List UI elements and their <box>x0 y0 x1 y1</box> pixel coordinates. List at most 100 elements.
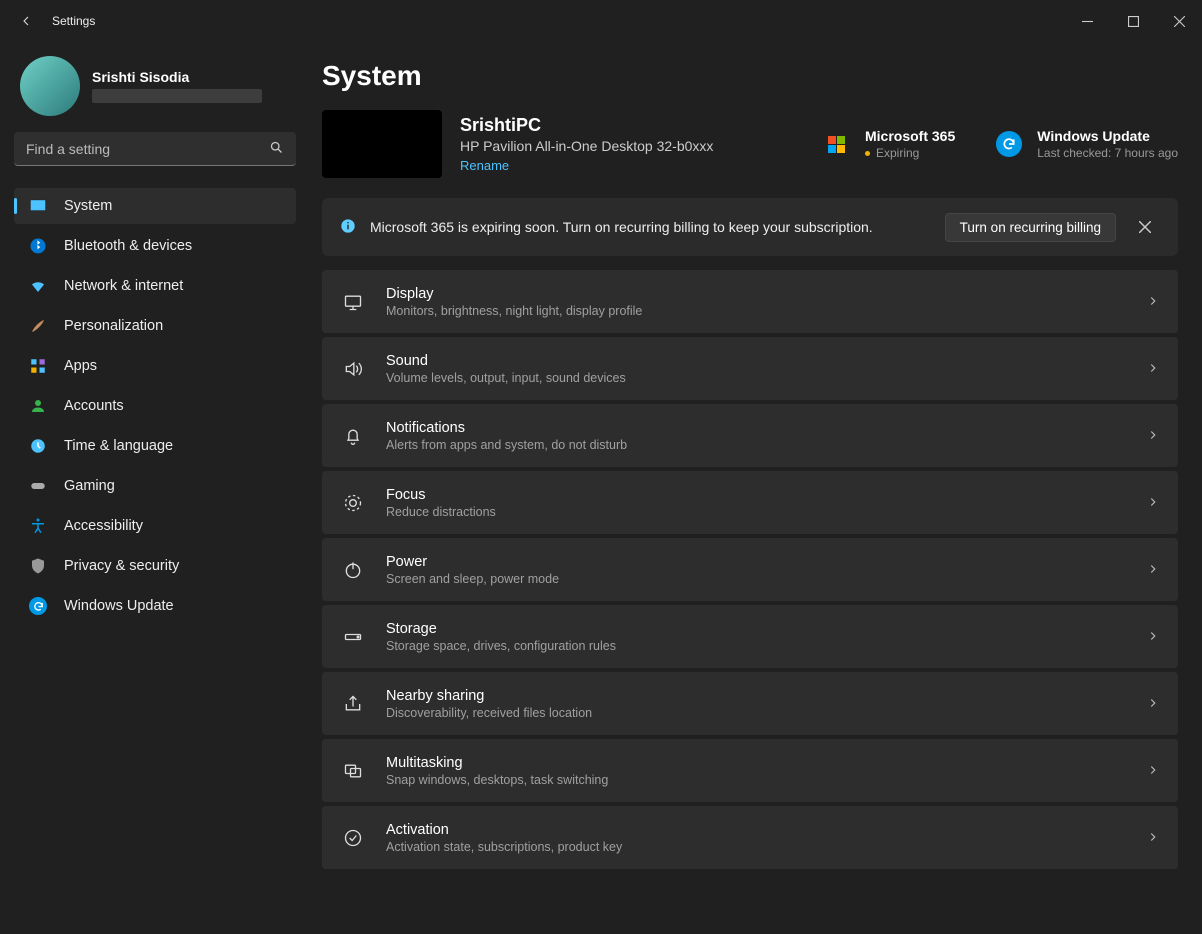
sidebar-item-network[interactable]: Network & internet <box>14 268 296 304</box>
chevron-right-icon <box>1146 294 1160 311</box>
sidebar-item-label: Privacy & security <box>64 558 179 574</box>
chevron-right-icon <box>1146 696 1160 713</box>
status-windows-update[interactable]: Windows Update Last checked: 7 hours ago <box>993 128 1178 160</box>
clock-icon <box>28 436 48 456</box>
bell-icon <box>340 426 366 446</box>
chevron-right-icon <box>1146 763 1160 780</box>
page-title: System <box>322 60 1178 92</box>
card-display[interactable]: DisplayMonitors, brightness, night light… <box>322 270 1178 333</box>
chevron-right-icon <box>1146 495 1160 512</box>
sidebar-item-privacy[interactable]: Privacy & security <box>14 548 296 584</box>
sidebar-item-label: Personalization <box>64 318 163 334</box>
sidebar-item-label: Gaming <box>64 478 115 494</box>
banner-action-button[interactable]: Turn on recurring billing <box>945 213 1116 242</box>
sidebar-item-system[interactable]: System <box>14 188 296 224</box>
sidebar-item-personalization[interactable]: Personalization <box>14 308 296 344</box>
sidebar-item-label: Bluetooth & devices <box>64 238 192 254</box>
wifi-icon <box>28 276 48 296</box>
sidebar: Srishti Sisodia System Bluetooth & de <box>0 42 310 934</box>
card-storage[interactable]: Storage Storage space, drives, configurat… <box>322 605 1178 668</box>
sound-icon <box>340 359 366 379</box>
sidebar-item-label: Accounts <box>64 398 124 414</box>
search-box[interactable] <box>14 132 296 166</box>
main-content: System SrishtiPC HP Pavilion All-in-One … <box>310 42 1202 934</box>
chevron-right-icon <box>1146 629 1160 646</box>
sidebar-item-label: System <box>64 198 112 214</box>
card-power[interactable]: Power Screen and sleep, power mode <box>322 538 1178 601</box>
storage-icon <box>340 627 366 647</box>
sidebar-item-update[interactable]: Windows Update <box>14 588 296 624</box>
card-activation[interactable]: ActivationActivation state, subscription… <box>322 806 1178 869</box>
card-multitasking[interactable]: MultitaskingSnap windows, desktops, task… <box>322 739 1178 802</box>
status-sub: Expiring <box>876 146 919 160</box>
sidebar-item-accessibility[interactable]: Accessibility <box>14 508 296 544</box>
sidebar-item-label: Time & language <box>64 438 173 454</box>
sidebar-item-label: Apps <box>64 358 97 374</box>
card-title: Power <box>386 554 559 570</box>
title-bar: Settings <box>0 0 1202 42</box>
avatar <box>20 56 80 116</box>
gamepad-icon <box>28 476 48 496</box>
nav: System Bluetooth & devices Network & int… <box>14 188 296 624</box>
check-icon <box>340 828 366 848</box>
card-sub: Activation state, subscriptions, product… <box>386 840 622 854</box>
window-title: Settings <box>52 14 95 28</box>
power-icon <box>340 560 366 580</box>
card-sub: Alerts from apps and system, do not dist… <box>386 438 627 452</box>
sidebar-item-gaming[interactable]: Gaming <box>14 468 296 504</box>
card-title: Nearby sharing <box>386 688 592 704</box>
rename-link[interactable]: Rename <box>460 158 713 173</box>
apps-icon <box>28 356 48 376</box>
sidebar-item-accounts[interactable]: Accounts <box>14 388 296 424</box>
card-sub: Snap windows, desktops, task switching <box>386 773 608 787</box>
shield-icon <box>28 556 48 576</box>
card-title: Storage <box>386 621 616 637</box>
card-sub: Reduce distractions <box>386 505 496 519</box>
status-m365[interactable]: Microsoft 365 Expiring <box>821 128 955 160</box>
sidebar-item-apps[interactable]: Apps <box>14 348 296 384</box>
bluetooth-icon <box>28 236 48 256</box>
display-icon <box>340 292 366 312</box>
status-title: Microsoft 365 <box>865 128 955 144</box>
microsoft-365-icon <box>821 128 853 160</box>
device-row: SrishtiPC HP Pavilion All-in-One Desktop… <box>322 110 1178 178</box>
device-thumbnail <box>322 110 442 178</box>
info-icon <box>340 218 356 237</box>
maximize-button[interactable] <box>1110 5 1156 37</box>
card-nearby-sharing[interactable]: Nearby sharingDiscoverability, received … <box>322 672 1178 735</box>
focus-icon <box>340 493 366 513</box>
user-block[interactable]: Srishti Sisodia <box>14 56 296 116</box>
card-sub: Screen and sleep, power mode <box>386 572 559 586</box>
card-sub: Volume levels, output, input, sound devi… <box>386 371 626 385</box>
sidebar-item-label: Accessibility <box>64 518 143 534</box>
accessibility-icon <box>28 516 48 536</box>
windows-update-icon <box>993 128 1025 160</box>
card-title: Sound <box>386 353 626 369</box>
search-icon <box>269 140 284 158</box>
banner-text: Microsoft 365 is expiring soon. Turn on … <box>370 219 931 235</box>
close-button[interactable] <box>1156 5 1202 37</box>
device-model: HP Pavilion All-in-One Desktop 32-b0xxx <box>460 138 713 154</box>
update-icon <box>28 596 48 616</box>
chevron-right-icon <box>1146 361 1160 378</box>
brush-icon <box>28 316 48 336</box>
card-title: Focus <box>386 487 496 503</box>
back-button[interactable] <box>18 13 34 29</box>
sidebar-item-bluetooth[interactable]: Bluetooth & devices <box>14 228 296 264</box>
multitasking-icon <box>340 761 366 781</box>
card-sub: Storage space, drives, configuration rul… <box>386 639 616 653</box>
info-banner: Microsoft 365 is expiring soon. Turn on … <box>322 198 1178 256</box>
card-notifications[interactable]: NotificationsAlerts from apps and system… <box>322 404 1178 467</box>
chevron-right-icon <box>1146 830 1160 847</box>
warning-dot-icon <box>865 151 870 156</box>
banner-close-button[interactable] <box>1130 212 1160 242</box>
card-focus[interactable]: Focus Reduce distractions <box>322 471 1178 534</box>
minimize-button[interactable] <box>1064 5 1110 37</box>
status-sub: Last checked: 7 hours ago <box>1037 146 1178 160</box>
chevron-right-icon <box>1146 428 1160 445</box>
sidebar-item-label: Network & internet <box>64 278 183 294</box>
system-icon <box>28 196 48 216</box>
search-input[interactable] <box>26 141 269 157</box>
sidebar-item-time[interactable]: Time & language <box>14 428 296 464</box>
card-sound[interactable]: Sound Volume levels, output, input, sound… <box>322 337 1178 400</box>
